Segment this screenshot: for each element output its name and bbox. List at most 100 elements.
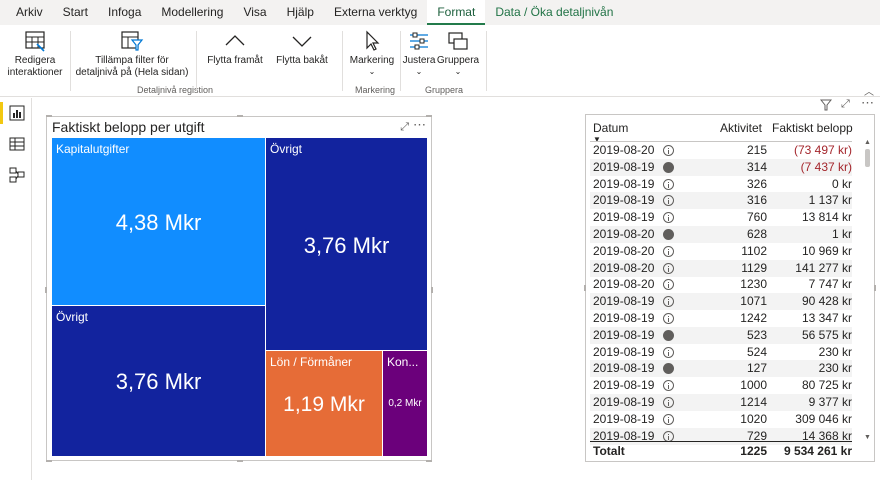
treemap-visual[interactable]: Faktiskt belopp per utgift ⤢ ⋯ Kapitalut… — [45, 115, 433, 462]
menu-start[interactable]: Start — [53, 0, 98, 25]
bring-forward-button[interactable]: Flytta framåt — [202, 30, 268, 67]
vertical-scrollbar[interactable]: ▲ ▼ — [862, 139, 872, 441]
table-row[interactable]: 2019-08-19 1214 9 377 kr — [590, 394, 852, 411]
cell-datum: 2019-08-19 — [593, 344, 655, 359]
cell-datum: 2019-08-19 — [593, 193, 655, 208]
column-header-aktivitet[interactable]: Aktivitet — [720, 121, 762, 135]
table-row[interactable]: 2019-08-19 523 56 575 kr — [590, 326, 852, 344]
table-row[interactable]: 2019-08-19 127 230 kr — [590, 360, 852, 378]
menu-hjalp[interactable]: Hjälp — [277, 0, 324, 25]
scroll-up-arrow[interactable]: ▲ — [864, 139, 871, 146]
menu-infoga[interactable]: Infoga — [98, 0, 151, 25]
more-options-icon[interactable]: ⋯ — [413, 117, 426, 133]
table-row[interactable]: 2019-08-19 524 230 kr — [590, 344, 852, 361]
info-icon[interactable] — [663, 313, 674, 324]
model-view-button[interactable] — [6, 164, 28, 186]
table-row[interactable]: 2019-08-20 1102 10 969 kr — [590, 243, 852, 260]
info-icon[interactable] — [663, 178, 674, 190]
menu-bar: Arkiv Start Infoga Modellering Visa Hjäl… — [0, 0, 880, 25]
table-row[interactable]: 2019-08-19 314 (7 437 kr) — [590, 158, 852, 176]
tile-value: 3,76 Mkr — [303, 233, 390, 258]
cell-aktivitet: 1214 — [740, 395, 767, 409]
filled-circle-icon[interactable] — [663, 161, 674, 173]
info-icon[interactable] — [663, 413, 674, 425]
more-options-icon[interactable]: ⋯ — [861, 95, 874, 111]
resize-handle[interactable] — [874, 285, 876, 291]
ribbon-separator — [196, 31, 197, 91]
filled-circle-icon[interactable] — [663, 363, 674, 375]
cell-datum: 2019-08-20 — [593, 277, 655, 292]
resize-handle[interactable] — [46, 115, 52, 117]
menu-arkiv[interactable]: Arkiv — [6, 0, 53, 25]
info-icon[interactable] — [663, 346, 674, 358]
treemap-tile-ovrigt-1[interactable]: Övrigt 3,76 Mkr — [266, 138, 427, 350]
filled-circle-icon[interactable] — [663, 329, 674, 341]
apply-drill-filter-label-2: detaljnivå på (Hela sidan) — [75, 67, 189, 78]
info-icon[interactable] — [663, 245, 674, 257]
table-row[interactable]: 2019-08-20 628 1 kr — [590, 226, 852, 243]
table-row[interactable]: 2019-08-20 1230 7 747 kr — [590, 276, 852, 293]
menu-externa-verktyg[interactable]: Externa verktyg — [324, 0, 427, 25]
apply-drill-filter-button[interactable]: Tillämpa filter för detaljnivå på (Hela … — [74, 30, 190, 79]
cell-faktiskt-belopp: 13 814 kr — [801, 210, 852, 225]
report-view-button[interactable] — [0, 102, 28, 124]
info-icon[interactable] — [663, 279, 674, 291]
table-row[interactable]: 2019-08-19 1020 309 046 kr — [590, 411, 852, 428]
tile-value: 0,2 Mkr — [388, 398, 422, 409]
table-row[interactable]: 2019-08-19 316 1 137 kr — [590, 192, 852, 210]
resize-handle[interactable] — [584, 285, 586, 291]
total-label: Totalt — [593, 444, 625, 458]
table-visual[interactable]: Datum ▼ Aktivitet Faktiskt belopp 2019-0… — [584, 114, 876, 462]
table-row[interactable]: 2019-08-20 215 (73 497 kr) — [590, 142, 852, 159]
focus-mode-icon[interactable]: ⤢ — [400, 121, 409, 134]
resize-handle[interactable] — [45, 287, 47, 293]
table-row[interactable]: 2019-08-19 1242 13 347 kr — [590, 310, 852, 327]
cell-faktiskt-belopp: 90 428 kr — [801, 294, 852, 309]
info-icon[interactable] — [663, 212, 674, 224]
tile-label: Kapitalutgifter — [56, 142, 130, 156]
table-row[interactable]: 2019-08-19 326 0 kr — [590, 176, 852, 193]
resize-handle[interactable] — [431, 287, 433, 293]
tile-label: Övrigt — [56, 310, 89, 324]
info-icon[interactable] — [663, 145, 674, 156]
menu-format[interactable]: Format — [427, 0, 486, 25]
filled-circle-icon[interactable] — [663, 229, 674, 240]
scroll-down-arrow[interactable]: ▼ — [864, 434, 871, 441]
resize-handle[interactable] — [237, 115, 243, 117]
info-icon[interactable] — [663, 380, 674, 392]
bar-chart-icon — [9, 105, 25, 121]
treemap-tile-konsult[interactable]: Kon... 0,2 Mkr — [383, 351, 427, 456]
table-row[interactable]: 2019-08-19 760 13 814 kr — [590, 209, 852, 226]
edit-interactions-button[interactable]: Redigera interaktioner — [4, 30, 66, 79]
table-row[interactable]: 2019-08-19 1071 90 428 kr — [590, 293, 852, 311]
scrollbar-thumb[interactable] — [865, 149, 870, 167]
info-icon[interactable] — [663, 262, 674, 274]
bring-forward-label: Flytta framåt — [207, 55, 263, 66]
table-row[interactable]: 2019-08-20 1129 141 277 kr — [590, 259, 852, 277]
menu-modellering[interactable]: Modellering — [151, 0, 233, 25]
filter-icon[interactable] — [819, 99, 833, 114]
resize-handle[interactable] — [426, 115, 432, 117]
align-button[interactable]: Justera ⌄ — [402, 30, 436, 76]
info-icon[interactable] — [663, 430, 674, 442]
menu-data-drill[interactable]: Data / Öka detaljnivån — [485, 0, 623, 25]
column-header-faktiskt-belopp[interactable]: Faktiskt belopp — [772, 121, 853, 135]
menu-visa[interactable]: Visa — [233, 0, 276, 25]
table-row[interactable]: 2019-08-19 1000 80 725 kr — [590, 377, 852, 394]
info-icon[interactable] — [663, 195, 674, 207]
focus-mode-icon[interactable]: ⤢ — [841, 98, 850, 111]
treemap-tile-ovrigt-2[interactable]: Övrigt 3,76 Mkr — [52, 306, 265, 456]
info-icon[interactable] — [663, 397, 674, 408]
treemap-tile-kapitalutgifter[interactable]: Kapitalutgifter 4,38 Mkr — [52, 138, 265, 305]
resize-handle[interactable] — [237, 460, 243, 462]
info-icon[interactable] — [663, 296, 674, 308]
treemap-tile-lon-formaner[interactable]: Lön / Förmåner 1,19 Mkr — [266, 351, 382, 456]
group-button[interactable]: Gruppera ⌄ — [436, 30, 480, 76]
resize-handle[interactable] — [46, 460, 52, 462]
cell-aktivitet: 314 — [746, 159, 767, 174]
resize-handle[interactable] — [426, 460, 432, 462]
data-view-button[interactable] — [6, 133, 28, 155]
column-header-datum[interactable]: Datum — [593, 121, 628, 135]
send-backward-button[interactable]: Flytta bakåt — [270, 30, 334, 67]
selection-button[interactable]: Markering ⌄ — [346, 30, 398, 76]
